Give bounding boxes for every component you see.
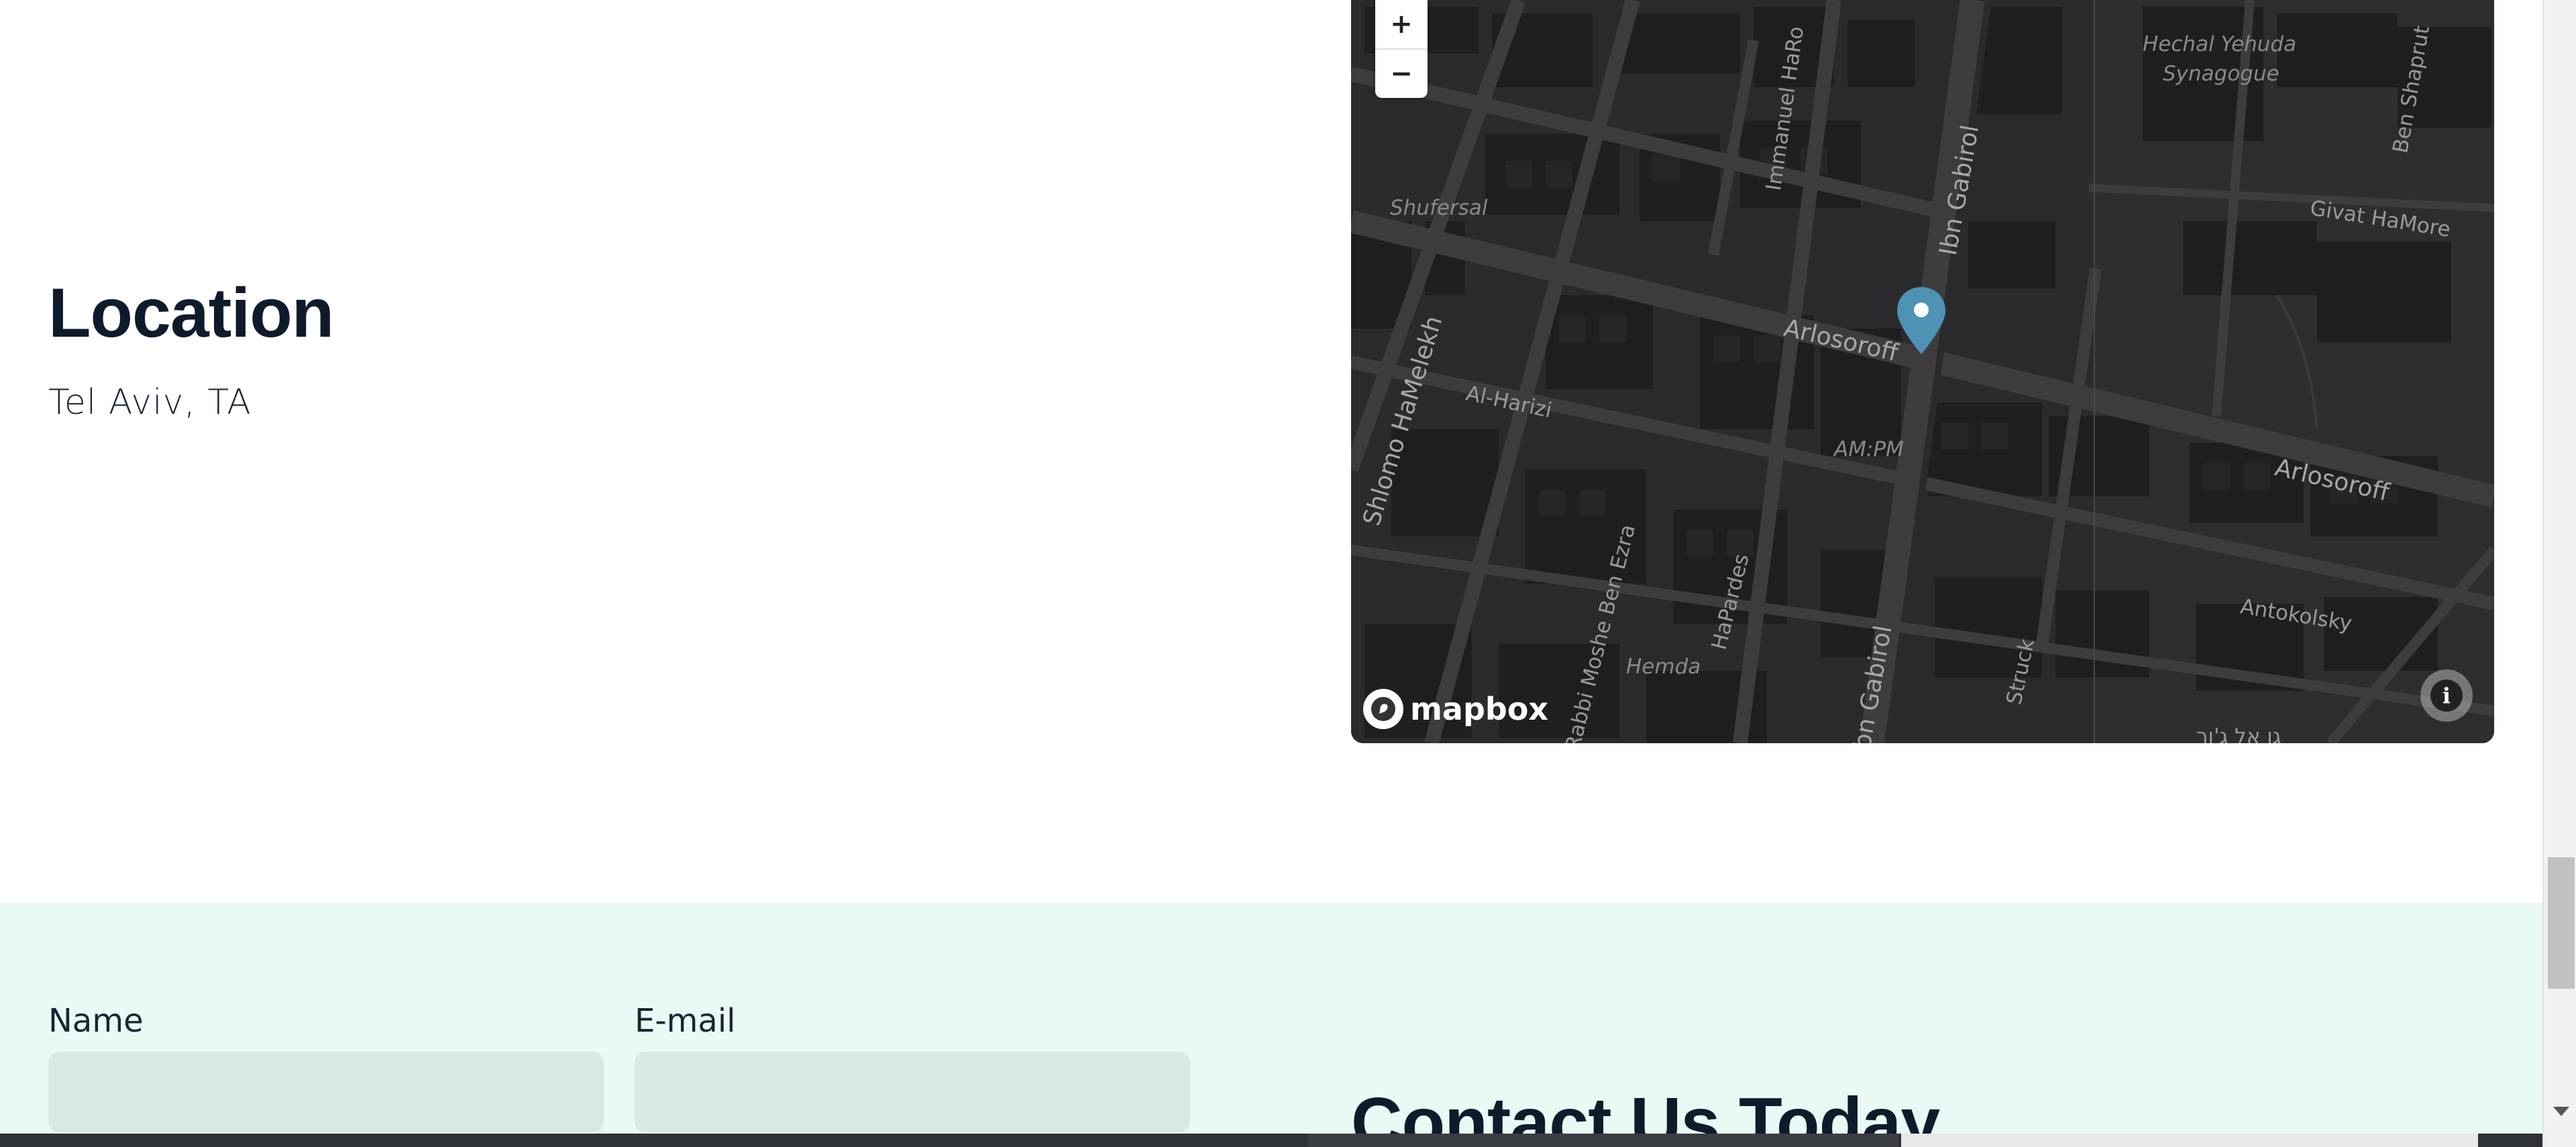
email-label: E-mail <box>635 1002 736 1040</box>
map-tiles <box>1351 0 2494 743</box>
name-label: Name <box>48 1002 144 1040</box>
location-title: Location <box>48 274 334 352</box>
map-label-hemda: Hemda <box>1626 655 1701 679</box>
zoom-in-button[interactable]: + <box>1375 0 1428 50</box>
bottom-bar <box>0 1134 2542 1147</box>
scroll-down-arrow-icon[interactable] <box>2553 1107 2569 1116</box>
mapbox-logo[interactable]: mapbox <box>1363 687 1548 731</box>
info-icon: i <box>2430 679 2463 712</box>
location-address: Tel Aviv, TA <box>48 382 252 423</box>
page: Location Tel Aviv, TA Hechal Yehuda Syna… <box>0 0 2542 1147</box>
contact-section: Name E-mail Contact Us Today <box>0 903 2542 1147</box>
name-input[interactable] <box>48 1052 604 1132</box>
map-label-synagogue: Synagogue <box>2163 62 2279 86</box>
scrollbar-thumb[interactable] <box>2548 857 2575 989</box>
location-pin-icon[interactable] <box>1894 284 1948 358</box>
email-input[interactable] <box>635 1052 1190 1132</box>
map-label-hechal: Hechal Yehuda <box>2143 32 2297 56</box>
zoom-controls: + − <box>1375 0 1428 98</box>
zoom-out-button[interactable]: − <box>1375 50 1428 98</box>
attribution-button[interactable]: i <box>2420 669 2473 722</box>
map-label-shufersal: Shufersal <box>1390 196 1488 220</box>
mapbox-mark-icon <box>1363 689 1403 729</box>
map-label-hebrew: גן אל ג'ןר <box>2196 724 2282 743</box>
mapbox-wordmark: mapbox <box>1410 691 1549 727</box>
map[interactable]: Hechal Yehuda Synagogue Ben Shaprut Imma… <box>1351 0 2494 743</box>
page-scrollbar[interactable] <box>2542 0 2576 1147</box>
map-label-ampm: AM:PM <box>1834 437 1904 461</box>
